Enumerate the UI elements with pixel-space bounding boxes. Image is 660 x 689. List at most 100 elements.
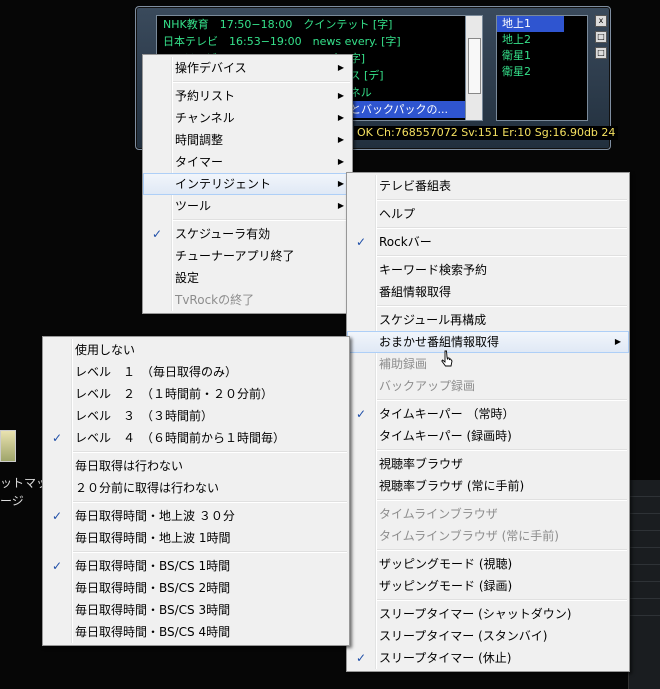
intelligent-menu-item-12: バックアップ録画 <box>347 375 629 397</box>
menu-item-label: テレビ番組表 <box>379 179 452 193</box>
menu-item-label: ヘルプ <box>379 207 416 221</box>
intelligent-menu-item-17[interactable]: 視聴率ブラウザ <box>347 453 629 475</box>
menu-item-label: レベル ４ （６時間前から１時間毎） <box>75 431 286 445</box>
menu-item-label: バックアップ録画 <box>379 379 476 393</box>
main-menu-item-11[interactable]: 設定 <box>143 267 352 289</box>
band-item[interactable]: 衛星1 <box>497 48 587 64</box>
auto-info-menu-item-1[interactable]: レベル １ （毎日取得のみ） <box>43 361 349 383</box>
intelligent-menu-item-15[interactable]: タイムキーパー (録画時) <box>347 425 629 447</box>
menu-item-label: ザッピングモード (視聴) <box>379 557 513 571</box>
main-menu-item-2[interactable]: 予約リスト ▶ <box>143 85 352 107</box>
band-item[interactable]: 地上1 <box>497 16 564 32</box>
intelligent-menu-item-18[interactable]: 視聴率ブラウザ (常に手前) <box>347 475 629 497</box>
menu-item-label: 補助録画 <box>379 357 428 371</box>
intelligent-menu-item-26[interactable]: スリープタイマー (シャットダウン) <box>347 603 629 625</box>
main-menu-item-3[interactable]: チャンネル ▶ <box>143 107 352 129</box>
menu-item-label: タイマー <box>175 155 224 169</box>
scrollbar-thumb[interactable] <box>468 38 481 94</box>
channel-list-scrollbar[interactable] <box>465 15 483 121</box>
submenu-arrow-icon: ▶ <box>337 135 344 144</box>
intelligent-menu-item-9[interactable]: スケジュール再構成 <box>347 309 629 331</box>
menu-item-label: チャンネル <box>175 111 235 125</box>
checkmark-icon: ✓ <box>51 431 63 445</box>
auto-info-menu-item-9[interactable]: ✓ 毎日取得時間・地上波 ３０分 <box>43 505 349 527</box>
main-menu-item-4[interactable]: 時間調整 ▶ <box>143 129 352 151</box>
menu-item-label: 毎日取得時間・地上波 ３０分 <box>75 509 235 523</box>
submenu-arrow-icon: ▶ <box>337 179 344 188</box>
auto-info-menu-item-4[interactable]: ✓ レベル ４ （６時間前から１時間毎） <box>43 427 349 449</box>
menu-item-label: スリープタイマー (休止) <box>379 651 512 665</box>
menu-item-label: 視聴率ブラウザ <box>379 457 464 471</box>
main-menu-item-5[interactable]: タイマー ▶ <box>143 151 352 173</box>
intelligent-menu-item-27[interactable]: スリープタイマー (スタンバイ) <box>347 625 629 647</box>
menu-item-label: スリープタイマー (スタンバイ) <box>379 629 548 643</box>
menu-item-label: 設定 <box>175 271 200 285</box>
intelligent-menu-item-2[interactable]: ヘルプ <box>347 203 629 225</box>
window-button-1[interactable]: □ <box>595 31 607 43</box>
submenu-arrow-icon: ▶ <box>337 157 344 166</box>
close-icon[interactable]: x <box>595 15 607 27</box>
auto-info-menu-item-0[interactable]: 使用しない <box>43 339 349 361</box>
menu-item-label: 使用しない <box>75 343 136 357</box>
submenu-arrow-icon: ▶ <box>337 113 344 122</box>
checkmark-icon: ✓ <box>355 235 367 249</box>
menu-item-label: レベル ２ （１時間前・２０分前） <box>75 387 274 401</box>
auto-info-menu-item-14[interactable]: 毎日取得時間・BS/CS 3時間 <box>43 599 349 621</box>
main-menu-item-7[interactable]: ツール ▶ <box>143 195 352 217</box>
band-item[interactable]: 衛星2 <box>497 64 587 80</box>
intelligent-menu-item-7[interactable]: 番組情報取得 <box>347 281 629 303</box>
background-panel <box>628 480 660 689</box>
intelligent-submenu: テレビ番組表 ヘルプ ✓ Rockバー キーワード検索予約番組情報取得スケジュール再構成… <box>346 172 630 672</box>
main-context-menu: 操作デバイス ▶ 予約リスト ▶ チャンネル ▶ 時間調整 ▶ タイマー ▶ インテリジェント ▶ ツー… <box>142 54 353 314</box>
intelligent-menu-item-24[interactable]: ザッピングモード (録画) <box>347 575 629 597</box>
checkmark-icon: ✓ <box>151 227 163 241</box>
auto-info-menu-item-7[interactable]: ２０分前に取得は行わない <box>43 477 349 499</box>
intelligent-menu-item-14[interactable]: ✓ タイムキーパー （常時） <box>347 403 629 425</box>
auto-info-menu-item-3[interactable]: レベル ３ （３時間前） <box>43 405 349 427</box>
background-label-2: ージ <box>0 494 24 508</box>
intelligent-menu-item-0[interactable]: テレビ番組表 <box>347 175 629 197</box>
band-list[interactable]: 地上1 地上2 衛星1 衛星2 <box>496 15 588 121</box>
intelligent-menu-item-6[interactable]: キーワード検索予約 <box>347 259 629 281</box>
channel-row[interactable]: NHK教育 17:50−18:00 クインテット [字] <box>157 16 467 33</box>
auto-info-menu-item-15[interactable]: 毎日取得時間・BS/CS 4時間 <box>43 621 349 643</box>
menu-item-label: タイムキーパー （常時） <box>379 407 515 421</box>
menu-item-label: インテリジェント <box>175 177 272 191</box>
menu-item-label: タイムラインブラウザ (常に手前) <box>379 529 559 543</box>
menu-item-label: おまかせ番組情報取得 <box>379 335 500 349</box>
auto-info-menu-item-2[interactable]: レベル ２ （１時間前・２０分前） <box>43 383 349 405</box>
menu-item-label: チューナーアプリ終了 <box>175 249 295 263</box>
menu-item-label: 操作デバイス <box>175 61 247 75</box>
window-button-2[interactable]: □ <box>595 47 607 59</box>
auto-info-menu-item-12[interactable]: ✓ 毎日取得時間・BS/CS 1時間 <box>43 555 349 577</box>
menu-item-label: タイムキーパー (録画時) <box>379 429 512 443</box>
band-item[interactable]: 地上2 <box>497 32 587 48</box>
intelligent-menu-item-28[interactable]: ✓ スリープタイマー (休止) <box>347 647 629 669</box>
menu-item-label: 毎日取得時間・BS/CS 2時間 <box>75 581 231 595</box>
menu-item-label: スケジューラ有効 <box>175 227 271 241</box>
intelligent-menu-item-11: 補助録画 <box>347 353 629 375</box>
main-menu-item-9[interactable]: ✓ スケジューラ有効 <box>143 223 352 245</box>
auto-info-menu-item-10[interactable]: 毎日取得時間・地上波 1時間 <box>43 527 349 549</box>
main-menu-item-10[interactable]: チューナーアプリ終了 <box>143 245 352 267</box>
main-menu-item-0[interactable]: 操作デバイス ▶ <box>143 57 352 79</box>
checkmark-icon: ✓ <box>51 559 63 573</box>
menu-item-label: 番組情報取得 <box>379 285 452 299</box>
menu-item-label: 予約リスト <box>175 89 236 103</box>
submenu-arrow-icon: ▶ <box>337 201 344 210</box>
intelligent-menu-item-4[interactable]: ✓ Rockバー <box>347 231 629 253</box>
menu-item-label: スリープタイマー (シャットダウン) <box>379 607 572 621</box>
submenu-arrow-icon: ▶ <box>337 63 344 72</box>
menu-item-label: TvRockの終了 <box>175 293 255 307</box>
checkmark-icon: ✓ <box>355 651 367 665</box>
intelligent-menu-item-10[interactable]: おまかせ番組情報取得 ▶ <box>347 331 629 353</box>
auto-info-menu-item-6[interactable]: 毎日取得は行わない <box>43 455 349 477</box>
submenu-arrow-icon: ▶ <box>614 337 621 346</box>
auto-info-menu-item-13[interactable]: 毎日取得時間・BS/CS 2時間 <box>43 577 349 599</box>
intelligent-menu-item-23[interactable]: ザッピングモード (視聴) <box>347 553 629 575</box>
channel-row[interactable]: 日本テレビ 16:53−19:00 news every. [字] <box>157 33 467 50</box>
main-menu-item-6[interactable]: インテリジェント ▶ <box>143 173 352 195</box>
intelligent-menu-item-21: タイムラインブラウザ (常に手前) <box>347 525 629 547</box>
menu-item-label: 毎日取得時間・BS/CS 1時間 <box>75 559 231 573</box>
menu-item-label: 時間調整 <box>175 133 224 147</box>
